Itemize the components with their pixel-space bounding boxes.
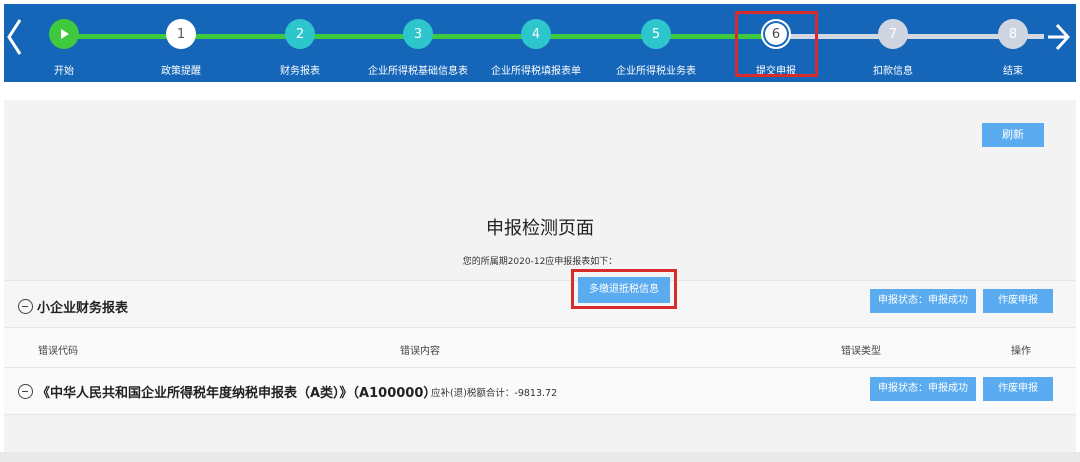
- report-void-button[interactable]: 作废申报: [983, 377, 1053, 401]
- bottom-divider: [0, 452, 1080, 462]
- filing-status-button[interactable]: 申报状态：申报成功: [870, 289, 976, 313]
- section-header: 小企业财务报表 申报状态：申报成功 作废申报: [4, 280, 1076, 328]
- step-number: 8: [998, 19, 1028, 49]
- report-status-button[interactable]: 申报状态：申报成功: [870, 377, 976, 401]
- step-progress-bar: 开始 1 政策提醒 2 财务报表 3 企业所得税基础信息表 4 企业所得税填报表…: [4, 4, 1076, 82]
- play-icon: [49, 19, 79, 49]
- step-number: 3: [403, 19, 433, 49]
- step-number: 5: [641, 19, 671, 49]
- report-row: 《中华人民共和国企业所得税年度纳税申报表（A类）》（A100000） 应补(退)…: [4, 368, 1076, 415]
- collapse-icon[interactable]: [18, 299, 33, 314]
- step-deduction-info[interactable]: 7 扣款信息: [838, 4, 948, 82]
- step-label: 结束: [1003, 66, 1023, 77]
- step-policy-reminder[interactable]: 1 政策提醒: [126, 4, 236, 82]
- step-number: 2: [285, 19, 315, 49]
- column-error-code: 错误代码: [38, 346, 78, 357]
- step-number: 7: [878, 19, 908, 49]
- refresh-button[interactable]: 刷新: [982, 123, 1044, 147]
- page-title: 申报检测页面: [486, 218, 594, 239]
- step-financial-statements[interactable]: 2 财务报表: [245, 4, 355, 82]
- step-label: 政策提醒: [161, 66, 201, 77]
- column-error-content: 错误内容: [400, 346, 440, 357]
- step-label: 企业所得税填报表单: [491, 66, 581, 77]
- column-action: 操作: [1011, 346, 1031, 357]
- step-label: 企业所得税业务表: [616, 66, 696, 77]
- chevron-right-icon[interactable]: [1048, 12, 1071, 62]
- step-label: 开始: [54, 66, 74, 77]
- report-name-text: 《中华人民共和国企业所得税年度纳税申报表（A类）》（A100000）: [37, 386, 437, 401]
- step-label: 财务报表: [280, 66, 320, 77]
- report-title[interactable]: 《中华人民共和国企业所得税年度纳税申报表（A类）》（A100000）: [18, 382, 436, 401]
- step-filing-form[interactable]: 4 企业所得税填报表单: [481, 4, 591, 82]
- section-title[interactable]: 小企业财务报表: [18, 297, 128, 316]
- section-title-text: 小企业财务报表: [37, 301, 129, 316]
- main-content: 刷新 申报检测页面 您的所属期2020-12应申报报表如下： 小企业财务报表 申…: [4, 100, 1076, 452]
- step-label: 扣款信息: [873, 66, 913, 77]
- step-label: 提交申报: [756, 66, 796, 77]
- step-label: 企业所得税基础信息表: [368, 66, 468, 77]
- step-number: 6: [761, 19, 791, 49]
- step-submit-filing[interactable]: 6 提交申报: [721, 4, 831, 82]
- tax-amount: 应补(退)税额合计：-9813.72: [431, 388, 558, 399]
- step-number: 1: [166, 19, 196, 49]
- overpaid-refund-info-button[interactable]: 多缴退抵税信息: [578, 277, 670, 303]
- step-basic-info-table[interactable]: 3 企业所得税基础信息表: [363, 4, 473, 82]
- step-number: 4: [521, 19, 551, 49]
- column-error-type: 错误类型: [841, 346, 881, 357]
- collapse-icon[interactable]: [18, 384, 33, 399]
- step-start[interactable]: 开始: [9, 4, 119, 82]
- void-filing-button[interactable]: 作废申报: [983, 289, 1053, 313]
- period-description: 您的所属期2020-12应申报报表如下：: [462, 257, 618, 267]
- table-header: 错误代码 错误内容 错误类型 操作: [4, 328, 1076, 368]
- step-business-table[interactable]: 5 企业所得税业务表: [601, 4, 711, 82]
